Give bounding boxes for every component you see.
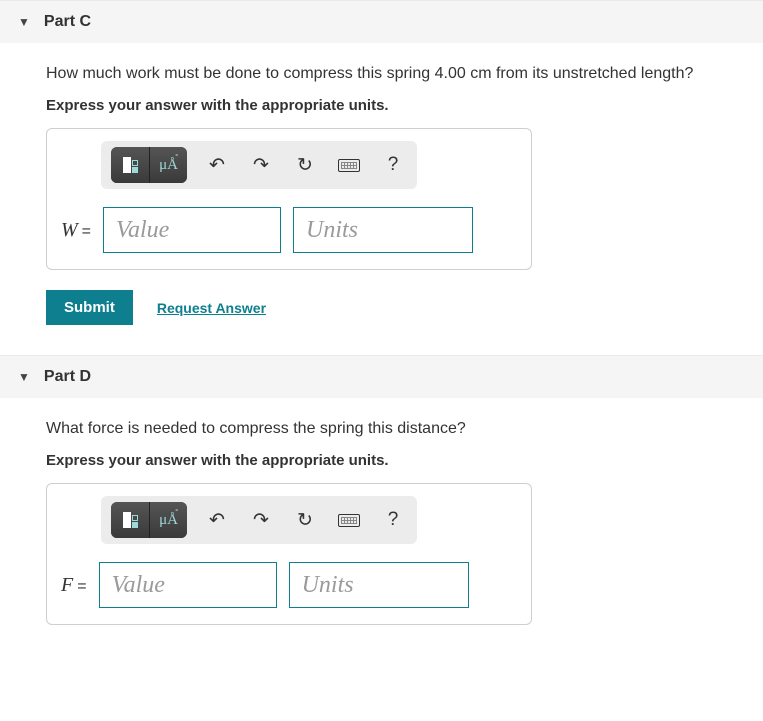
- part-c-submit-row: Submit Request Answer: [46, 290, 737, 325]
- redo-icon: ↷: [253, 509, 269, 532]
- template-button[interactable]: [111, 502, 149, 538]
- part-c-input-row: W= Value Units: [61, 207, 517, 253]
- keyboard-icon: [338, 514, 360, 527]
- reset-button[interactable]: ↻: [291, 506, 319, 534]
- part-c-answer-box: μÅ∘ ↶ ↷ ↻ ? W= Value Units: [46, 128, 532, 270]
- fraction-icon: [123, 512, 138, 528]
- help-button[interactable]: ?: [379, 151, 407, 179]
- part-d-answer-box: μÅ∘ ↶ ↷ ↻ ? F= Value Units: [46, 483, 532, 625]
- request-answer-link[interactable]: Request Answer: [157, 300, 266, 316]
- keyboard-icon: [338, 159, 360, 172]
- part-c-body: How much work must be done to compress t…: [0, 43, 763, 355]
- part-d-value-input[interactable]: Value: [99, 562, 277, 608]
- reset-icon: ↻: [297, 509, 313, 532]
- redo-button[interactable]: ↷: [247, 151, 275, 179]
- undo-icon: ↶: [209, 509, 225, 532]
- mu-angstrom-icon: μÅ∘: [159, 157, 178, 174]
- part-d-units-input[interactable]: Units: [289, 562, 469, 608]
- redo-icon: ↷: [253, 154, 269, 177]
- redo-button[interactable]: ↷: [247, 506, 275, 534]
- part-d-header[interactable]: ▼ Part D: [0, 355, 763, 398]
- answer-toolbar: μÅ∘ ↶ ↷ ↻ ?: [101, 496, 417, 544]
- part-d-body: What force is needed to compress the spr…: [0, 398, 763, 655]
- undo-button[interactable]: ↶: [203, 151, 231, 179]
- reset-button[interactable]: ↻: [291, 151, 319, 179]
- collapse-arrow-icon: ▼: [18, 370, 30, 384]
- template-button[interactable]: [111, 147, 149, 183]
- part-c-instruction: Express your answer with the appropriate…: [46, 97, 737, 114]
- reset-icon: ↻: [297, 154, 313, 177]
- part-d-variable: F=: [61, 574, 87, 597]
- undo-button[interactable]: ↶: [203, 506, 231, 534]
- mu-angstrom-icon: μÅ∘: [159, 512, 178, 529]
- format-button-group: μÅ∘: [111, 147, 187, 183]
- part-d-title: Part D: [44, 368, 91, 386]
- submit-button[interactable]: Submit: [46, 290, 133, 325]
- part-c-question: How much work must be done to compress t…: [46, 65, 737, 83]
- part-d-instruction: Express your answer with the appropriate…: [46, 452, 737, 469]
- help-icon: ?: [388, 509, 399, 531]
- part-c-value-input[interactable]: Value: [103, 207, 281, 253]
- undo-icon: ↶: [209, 154, 225, 177]
- part-d-question: What force is needed to compress the spr…: [46, 420, 737, 438]
- part-c-variable: W=: [61, 219, 91, 242]
- keyboard-button[interactable]: [335, 506, 363, 534]
- part-d-input-row: F= Value Units: [61, 562, 517, 608]
- part-c-units-input[interactable]: Units: [293, 207, 473, 253]
- help-icon: ?: [388, 154, 399, 176]
- fraction-icon: [123, 157, 138, 173]
- keyboard-button[interactable]: [335, 151, 363, 179]
- part-c-header[interactable]: ▼ Part C: [0, 0, 763, 43]
- symbols-button[interactable]: μÅ∘: [149, 502, 187, 538]
- help-button[interactable]: ?: [379, 506, 407, 534]
- part-c-title: Part C: [44, 13, 91, 31]
- symbols-button[interactable]: μÅ∘: [149, 147, 187, 183]
- answer-toolbar: μÅ∘ ↶ ↷ ↻ ?: [101, 141, 417, 189]
- format-button-group: μÅ∘: [111, 502, 187, 538]
- collapse-arrow-icon: ▼: [18, 15, 30, 29]
